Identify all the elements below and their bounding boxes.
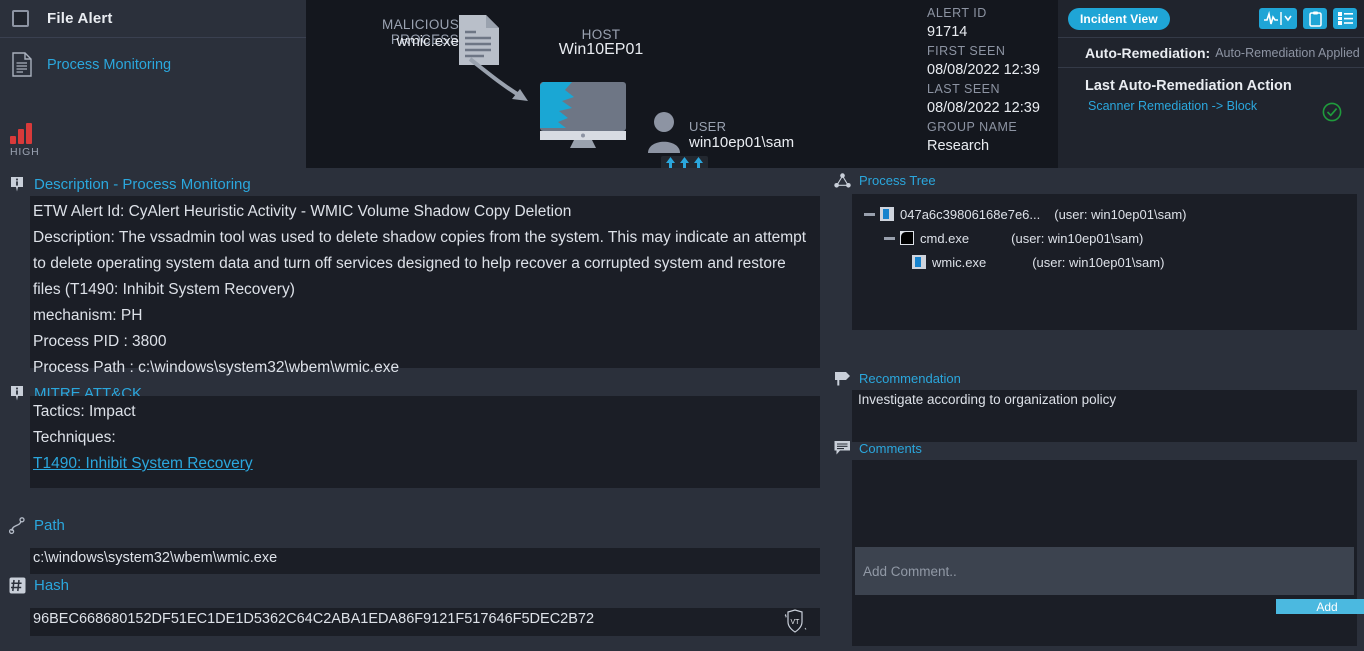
description-line: Description: The vssadmin tool was used … [33, 229, 807, 298]
remediation-action-link[interactable]: Scanner Remediation -> Block [1088, 99, 1257, 113]
process-name: cmd.exe [920, 230, 970, 246]
hash-value: 96BEC668680152DF51EC1DE1D5362C64C2ABA1ED… [33, 611, 595, 627]
meta-value: 08/08/2022 12:39 [927, 100, 1040, 116]
attack-graph-panel: MALICIOUS PROCESS wmic.exe HOST Win10EP0… [306, 0, 1058, 171]
svg-text:VT: VT [791, 619, 801, 626]
malicious-process-value: wmic.exe [396, 33, 459, 50]
incident-view-pill[interactable]: Incident View [1068, 7, 1170, 30]
comments-body: Add [852, 460, 1364, 646]
comment-bubble-icon [833, 439, 851, 457]
user-avatar-icon [646, 110, 682, 159]
alert-detail-left-column: Description - Process Monitoring ETW Ale… [0, 168, 825, 651]
alert-title-row: File Alert [0, 0, 306, 38]
recommendation-section-header: Recommendation [825, 366, 961, 390]
activity-timeline-icon[interactable] [1259, 8, 1297, 29]
alert-select-checkbox[interactable] [12, 10, 29, 27]
meta-key: LAST SEEN [927, 82, 1001, 96]
add-comment-button[interactable]: Add [1276, 599, 1364, 614]
list-view-icon[interactable] [1333, 8, 1357, 29]
info-bubble-icon [8, 384, 26, 402]
alert-top-banner: File Alert Process Monitoring HIGH MALIC… [0, 0, 1364, 171]
comments-section-header: Comments [825, 436, 922, 460]
severity-label: HIGH [10, 146, 40, 158]
tree-collapse-icon[interactable] [864, 212, 875, 216]
alert-type-title: File Alert [47, 10, 113, 27]
alert-subtype-label: Process Monitoring [47, 56, 172, 73]
alert-metadata-list: ALERT ID 91714 FIRST SEEN 08/08/2022 12:… [927, 5, 1052, 157]
alert-identity-panel: File Alert Process Monitoring HIGH [0, 0, 306, 168]
meta-key: GROUP NAME [927, 120, 1018, 134]
host-label: HOST [581, 27, 621, 42]
meta-value: Research [927, 138, 990, 154]
compromised-host-icon [538, 80, 628, 155]
tree-collapse-icon[interactable] [884, 236, 895, 240]
process-name: wmic.exe [932, 254, 987, 270]
alert-subtype-row[interactable]: Process Monitoring [0, 38, 306, 77]
process-tree-body: 047a6c39806168e7e6... (user: win10ep01\s… [852, 194, 1357, 330]
document-icon [12, 52, 32, 77]
meta-key: ALERT ID [927, 6, 987, 20]
recommendation-text: Investigate according to organization po… [852, 390, 1357, 442]
description-section-header: Description - Process Monitoring [0, 172, 251, 196]
auto-remediation-key: Auto-Remediation: [1085, 44, 1211, 61]
hash-row: 96BEC668680152DF51EC1DE1D5362C64C2ABA1ED… [30, 608, 820, 636]
last-remediation-action-title: Last Auto-Remediation Action [1085, 78, 1292, 94]
description-title: Description - Process Monitoring [34, 175, 251, 193]
cmd-console-icon [900, 231, 914, 245]
alert-detail-body: Description - Process Monitoring ETW Ale… [0, 168, 1364, 651]
windows-exe-icon [880, 207, 894, 221]
process-tree-row[interactable]: wmic.exe (user: win10ep01\sam) [852, 250, 1357, 274]
recommendation-title: Recommendation [859, 370, 961, 386]
user-value: win10ep01\sam [689, 134, 795, 151]
hash-section-header: Hash [0, 573, 69, 597]
add-comment-input[interactable] [855, 547, 1354, 595]
incident-action-buttons [1259, 8, 1357, 29]
description-body: ETW Alert Id: CyAlert Heuristic Activity… [30, 196, 820, 376]
process-user: (user: win10ep01\sam) [1054, 206, 1187, 222]
alert-detail-right-column: Process Tree 047a6c39806168e7e6... (user… [825, 168, 1364, 651]
path-node-icon [8, 516, 26, 534]
last-remediation-action-row: Scanner Remediation -> Block [1058, 94, 1364, 113]
meta-value: 08/08/2022 12:39 [927, 62, 1040, 78]
process-user: (user: win10ep01\sam) [1032, 254, 1165, 270]
remediation-success-check-icon [1322, 102, 1342, 127]
host-value: Win10EP01 [558, 41, 644, 58]
incident-view-header: Incident View [1058, 0, 1364, 38]
comments-title: Comments [859, 440, 922, 456]
virustotal-badge-icon[interactable]: VT [780, 609, 810, 639]
description-line: Process PID : 3800 [33, 333, 167, 350]
description-line: mechanism: PH [33, 307, 143, 324]
mitre-technique-link[interactable]: T1490: Inhibit System Recovery [33, 451, 817, 477]
info-bubble-icon [8, 175, 26, 193]
severity-bars-icon [10, 122, 70, 144]
description-line: ETW Alert Id: CyAlert Heuristic Activity… [33, 203, 572, 220]
mitre-tactics: Tactics: Impact [33, 403, 136, 420]
hash-icon [8, 576, 26, 594]
process-name: 047a6c39806168e7e6... [900, 206, 1041, 222]
path-section-header: Path [0, 513, 65, 537]
process-tree-node-icon [833, 171, 851, 189]
recommendation-signpost-icon [833, 369, 851, 387]
path-title: Path [34, 516, 65, 534]
process-user: (user: win10ep01\sam) [1011, 230, 1144, 246]
process-tree-row[interactable]: 047a6c39806168e7e6... (user: win10ep01\s… [852, 202, 1357, 226]
process-tree-row[interactable]: cmd.exe (user: win10ep01\sam) [852, 226, 1357, 250]
incident-view-panel: Incident View Auto-Remediation: Auto-Rem… [1058, 0, 1364, 168]
severity-indicator: HIGH [10, 122, 70, 158]
path-value: c:\windows\system32\wbem\wmic.exe [30, 548, 820, 574]
process-tree-title: Process Tree [859, 172, 936, 188]
meta-value: 91714 [927, 24, 968, 40]
clipboard-icon[interactable] [1303, 8, 1327, 29]
auto-remediation-value: Auto-Remediation Applied [1215, 45, 1360, 60]
hash-title: Hash [34, 576, 70, 594]
mitre-techniques-label: Techniques: [33, 429, 116, 446]
process-tree-section-header: Process Tree [825, 168, 936, 192]
meta-key: FIRST SEEN [927, 44, 1006, 58]
auto-remediation-row: Auto-Remediation: Auto-Remediation Appli… [1058, 38, 1364, 68]
user-label: USER [689, 119, 727, 134]
attack-flow-arrow-icon [466, 55, 536, 115]
mitre-body: Tactics: Impact Techniques: T1490: Inhib… [30, 396, 820, 488]
description-line: Process Path : c:\windows\system32\wbem\… [33, 359, 400, 376]
windows-exe-icon [912, 255, 926, 269]
